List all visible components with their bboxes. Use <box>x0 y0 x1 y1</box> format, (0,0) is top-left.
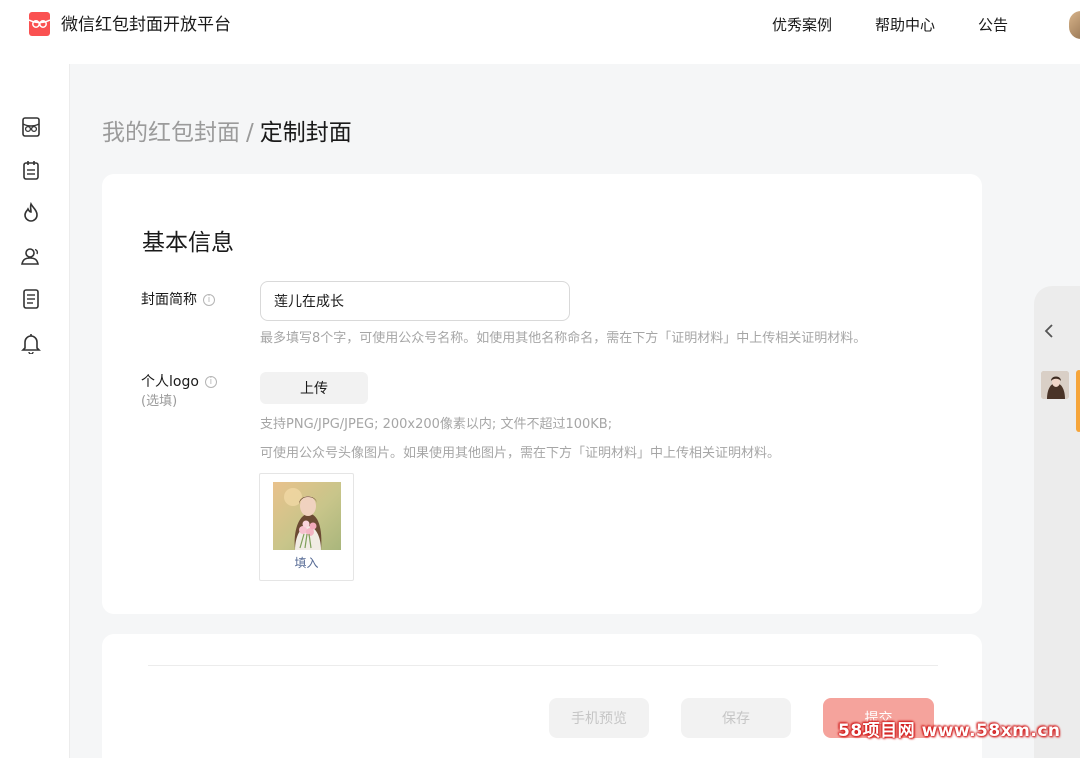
fill-in-link[interactable]: 填入 <box>260 554 353 571</box>
logo-hint-format: 支持PNG/JPG/JPEG; 200x200像素以内; 文件不超过100KB; <box>260 417 613 432</box>
logo-suggestion-card[interactable]: 填入 <box>259 473 354 581</box>
watermark: 58项目网 www.58xm.cn <box>838 721 1061 741</box>
wechat-redpacket-logo-icon[interactable] <box>28 12 51 36</box>
cover-icon[interactable] <box>20 116 42 138</box>
fire-icon[interactable] <box>20 201 42 224</box>
info-icon[interactable]: i <box>203 294 215 306</box>
breadcrumb-separator: / <box>246 120 254 146</box>
user-avatar[interactable] <box>1069 11 1080 39</box>
personal-logo-label: 个人logo i <box>141 373 217 391</box>
nav-announcements[interactable]: 公告 <box>978 15 1008 35</box>
basic-info-card <box>102 174 982 614</box>
top-bar: 微信红包封面开放平台 优秀案例 帮助中心 公告 <box>0 0 1080 64</box>
panel-accent-bar <box>1076 370 1080 432</box>
brand-title[interactable]: 微信红包封面开放平台 <box>61 14 231 36</box>
chevron-left-icon[interactable] <box>1041 322 1057 340</box>
calendar-icon[interactable] <box>20 159 42 181</box>
phone-preview-button[interactable]: 手机预览 <box>549 698 649 738</box>
divider <box>148 665 938 666</box>
breadcrumb-current: 定制封面 <box>259 120 352 146</box>
sidebar <box>0 64 70 758</box>
bell-icon[interactable] <box>20 332 42 355</box>
cover-name-hint: 最多填写8个字，可使用公众号名称。如使用其他名称命名，需在下方「证明材料」中上传… <box>260 331 867 346</box>
section-title: 基本信息 <box>142 230 234 256</box>
nav-showcase[interactable]: 优秀案例 <box>772 15 832 35</box>
cover-name-label: 封面简称 i <box>141 291 215 309</box>
personal-logo-label-text: 个人logo <box>141 374 199 390</box>
info-icon[interactable]: i <box>204 376 217 388</box>
logo-hint-source: 可使用公众号头像图片。如果使用其他图片，需在下方「证明材料」中上传相关证明材料。 <box>260 446 781 461</box>
users-icon[interactable] <box>20 245 42 267</box>
preview-thumbnail[interactable] <box>1041 371 1069 399</box>
save-button[interactable]: 保存 <box>681 698 791 738</box>
logo-thumbnail <box>273 482 341 550</box>
preview-panel <box>1034 286 1080 758</box>
nav-help-center[interactable]: 帮助中心 <box>875 15 935 35</box>
breadcrumb-parent[interactable]: 我的红包封面 <box>102 120 240 146</box>
breadcrumb: 我的红包封面 / 定制封面 <box>102 118 352 148</box>
cover-name-input[interactable] <box>260 281 570 321</box>
optional-label: (选填) <box>141 394 178 409</box>
upload-button[interactable]: 上传 <box>260 372 368 404</box>
cover-name-label-text: 封面简称 <box>141 292 197 308</box>
document-icon[interactable] <box>20 288 42 310</box>
